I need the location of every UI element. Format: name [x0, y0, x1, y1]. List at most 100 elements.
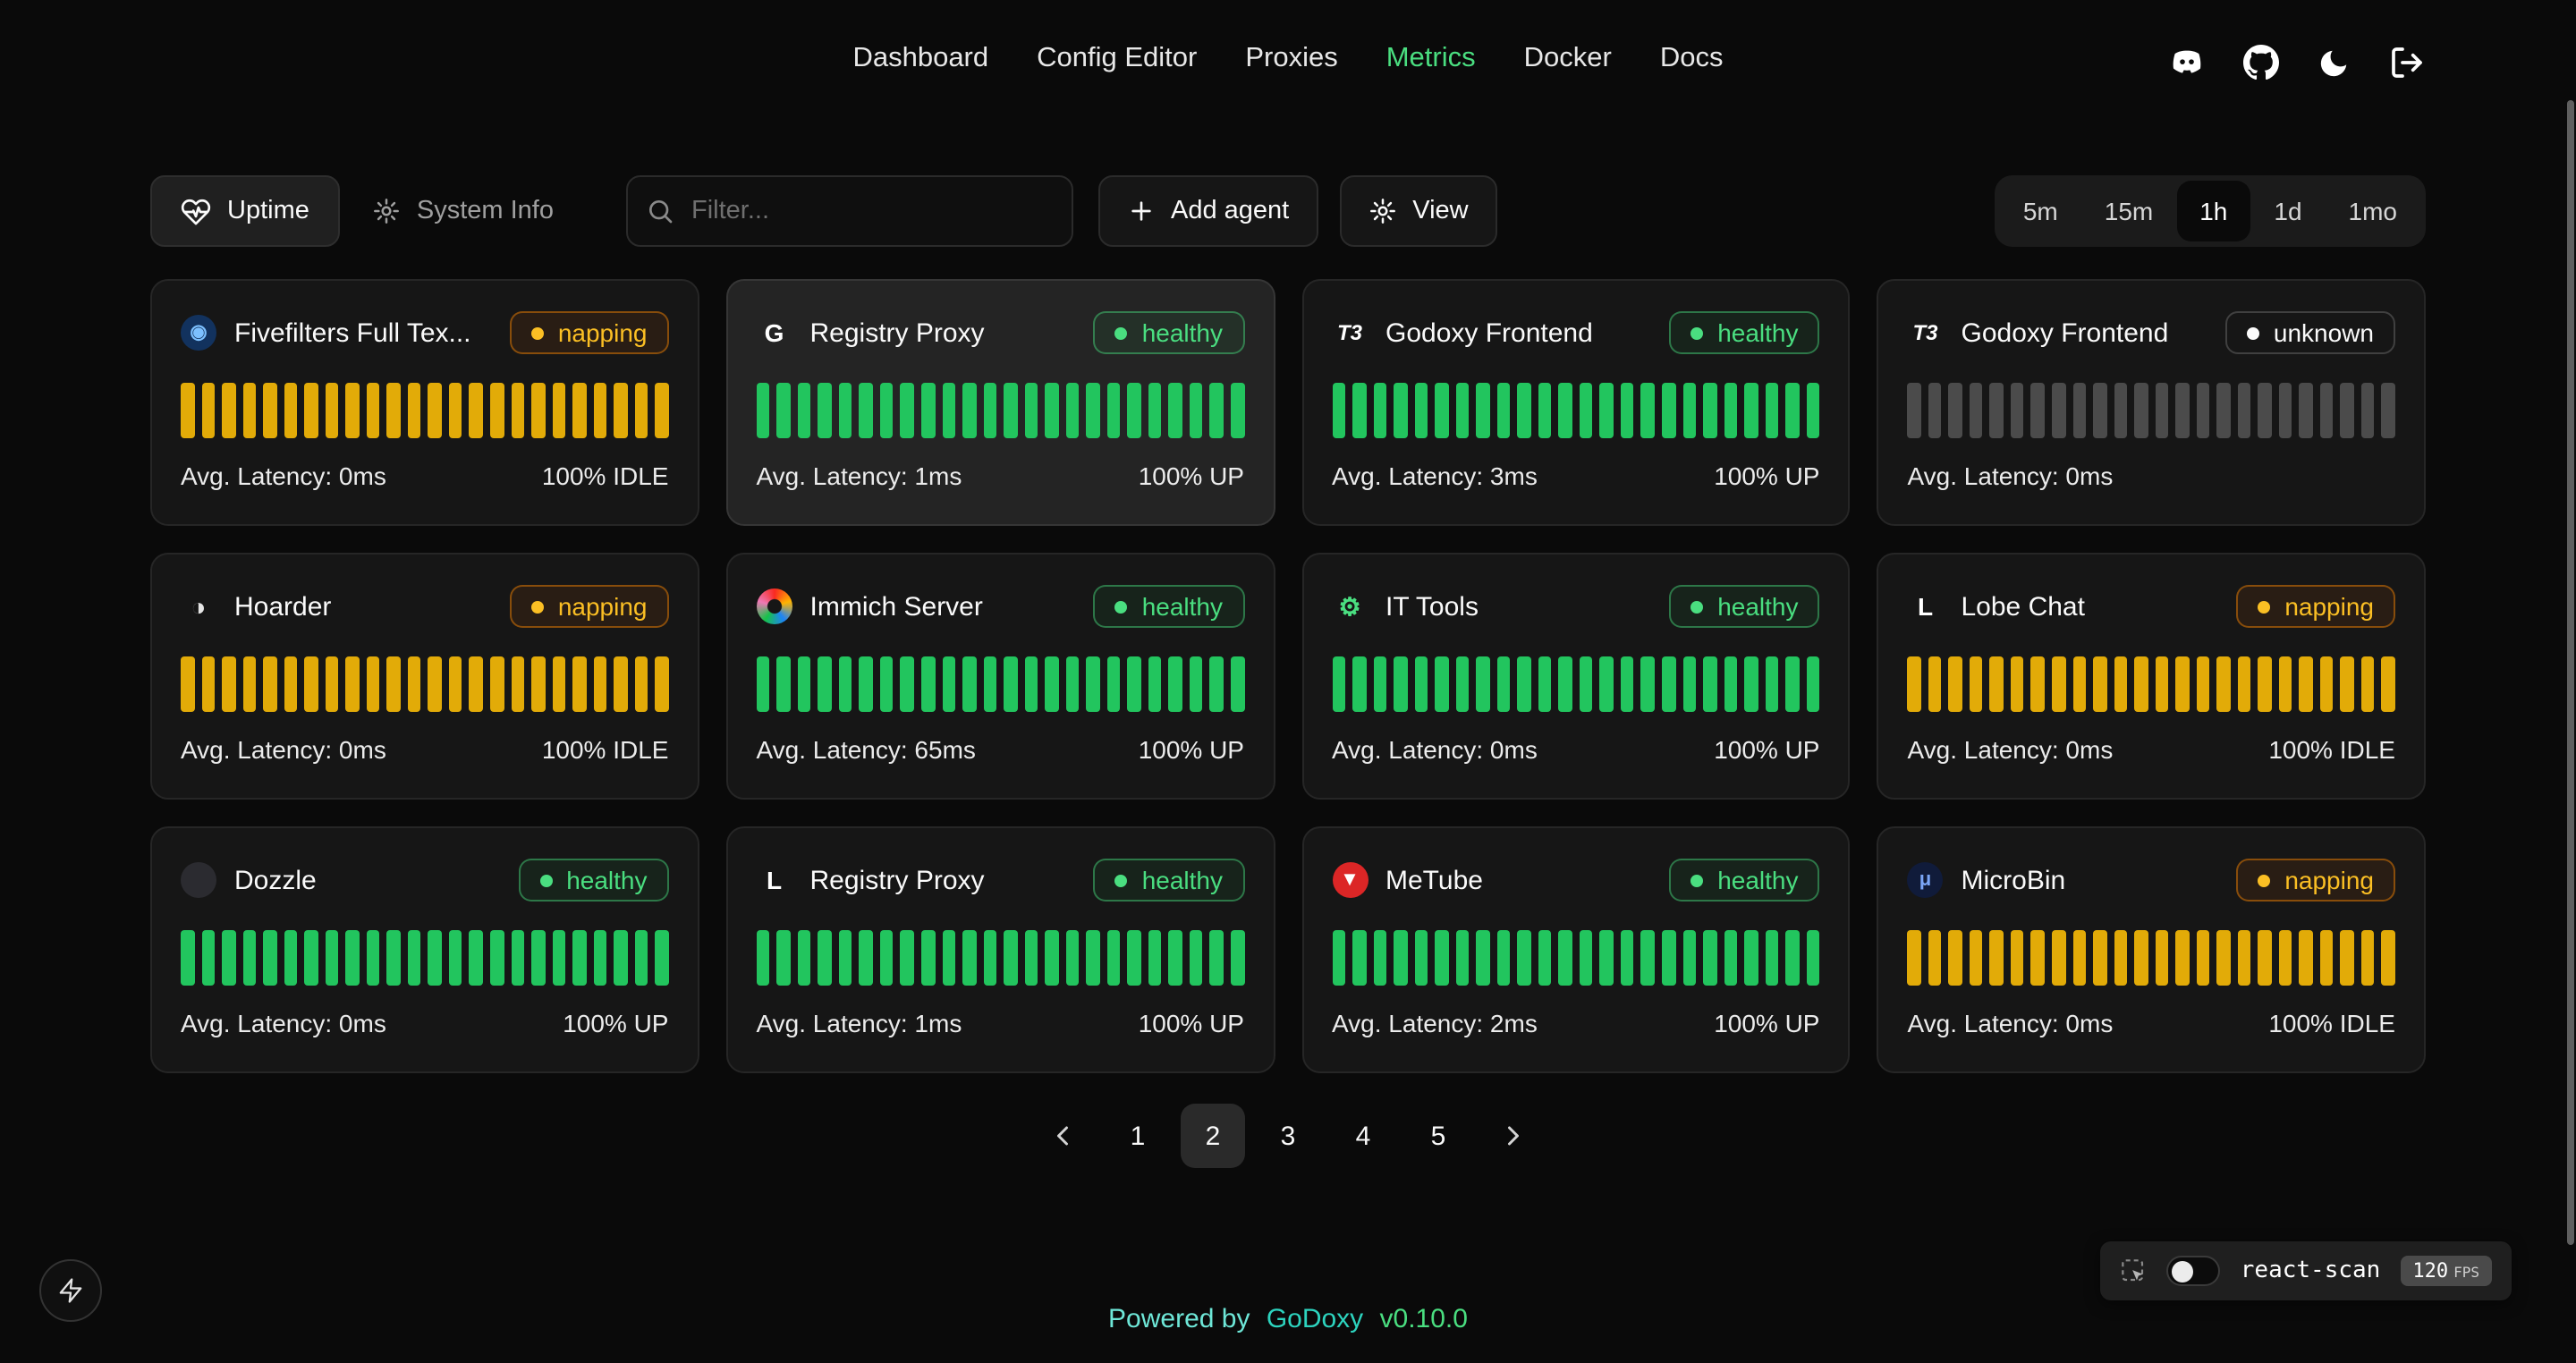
- previous-page-button[interactable]: [1030, 1104, 1095, 1168]
- nav-item-proxies[interactable]: Proxies: [1245, 43, 1337, 75]
- service-card[interactable]: ⚙ IT Tools healthy Avg. Latency: 0ms 100…: [1301, 553, 1851, 800]
- react-scan-label: react-scan: [2241, 1257, 2381, 1284]
- uptime-bar: [572, 383, 586, 438]
- uptime-bar: [387, 383, 401, 438]
- uptime-bar: [325, 383, 338, 438]
- uptime-bar: [1169, 930, 1182, 986]
- uptime-bar: [2300, 930, 2313, 986]
- uptime-bar: [1087, 383, 1100, 438]
- latency-label: Avg. Latency: 0ms: [181, 461, 386, 490]
- time-range-5m[interactable]: 5m: [2000, 181, 2081, 241]
- uptime-bar: [2134, 930, 2148, 986]
- time-range-1h[interactable]: 1h: [2176, 181, 2250, 241]
- uptime-bar: [2258, 656, 2272, 712]
- time-range-1d[interactable]: 1d: [2250, 181, 2325, 241]
- uptime-bar: [1970, 383, 1983, 438]
- service-card[interactable]: ▼ MeTube healthy Avg. Latency: 2ms 100% …: [1301, 826, 1851, 1073]
- theme-toggle-button[interactable]: [2317, 46, 2351, 80]
- time-range-group: 5m15m1h1d1mo: [1995, 175, 2426, 247]
- filter-input[interactable]: [625, 175, 1072, 247]
- uptime-bar: [1128, 656, 1141, 712]
- uptime-bar: [634, 656, 648, 712]
- uptime-bar: [2341, 930, 2354, 986]
- time-range-1mo[interactable]: 1mo: [2326, 181, 2420, 241]
- uptime-bar: [1621, 383, 1634, 438]
- uptime-bar: [470, 383, 483, 438]
- quick-actions-button[interactable]: [39, 1259, 102, 1322]
- logout-button[interactable]: [2388, 45, 2426, 80]
- card-header: Immich Server healthy: [757, 581, 1245, 631]
- uptime-bar: [325, 656, 338, 712]
- nav-item-dashboard[interactable]: Dashboard: [852, 43, 988, 75]
- uptime-bar: [1785, 383, 1799, 438]
- page-button-4[interactable]: 4: [1331, 1104, 1395, 1168]
- status-badge: healthy: [1669, 859, 1819, 902]
- uptime-bar: [839, 930, 852, 986]
- status-badge: napping: [510, 311, 669, 354]
- uptime-bar: [284, 656, 297, 712]
- uptime-bar: [1949, 930, 1962, 986]
- github-link[interactable]: [2243, 45, 2279, 80]
- uptime-bar: [1744, 930, 1758, 986]
- uptime-bar: [408, 383, 421, 438]
- uptime-bar: [839, 656, 852, 712]
- service-card[interactable]: ◑ Hoarder napping Avg. Latency: 0ms 100%…: [150, 553, 699, 800]
- uptime-bar: [1785, 930, 1799, 986]
- uptime-bar: [1928, 930, 1942, 986]
- service-card[interactable]: ◉ Fivefilters Full Tex... napping Avg. L…: [150, 279, 699, 526]
- uptime-bar: [490, 656, 504, 712]
- service-card[interactable]: L Lobe Chat napping Avg. Latency: 0ms 10…: [1877, 553, 2427, 800]
- service-card[interactable]: Immich Server healthy Avg. Latency: 65ms…: [726, 553, 1275, 800]
- footer: Powered by GoDoxy v0.10.0: [0, 1304, 2576, 1334]
- uptime-bar: [1045, 656, 1058, 712]
- scrollbar-thumb[interactable]: [2567, 100, 2574, 1245]
- uptime-bar: [1210, 656, 1224, 712]
- service-card[interactable]: Dozzle healthy Avg. Latency: 0ms 100% UP: [150, 826, 699, 1073]
- service-name: Lobe Chat: [1962, 591, 2223, 622]
- status-dot: [531, 600, 544, 613]
- uptime-bar: [2031, 930, 2045, 986]
- uptime-bar: [1476, 930, 1489, 986]
- page-button-2[interactable]: 2: [1181, 1104, 1245, 1168]
- uptime-bars: [181, 656, 669, 712]
- uptime-bar: [181, 383, 194, 438]
- nav-item-metrics[interactable]: Metrics: [1386, 43, 1476, 75]
- uptime-bar: [2093, 930, 2106, 986]
- time-range-15m[interactable]: 15m: [2081, 181, 2176, 241]
- scan-area-icon: [2121, 1257, 2148, 1284]
- lobe-chat-logo-icon: L: [1908, 588, 1944, 624]
- nav-item-config-editor[interactable]: Config Editor: [1037, 43, 1197, 75]
- uptime-bar: [1559, 656, 1572, 712]
- service-card[interactable]: T3 Godoxy Frontend unknown Avg. Latency:…: [1877, 279, 2427, 526]
- nav-item-docs[interactable]: Docs: [1660, 43, 1724, 75]
- page-button-5[interactable]: 5: [1406, 1104, 1470, 1168]
- add-agent-button[interactable]: Add agent: [1097, 175, 1318, 247]
- system-info-tab[interactable]: System Info: [347, 175, 579, 247]
- status-label: healthy: [566, 866, 647, 894]
- react-scan-toggle[interactable]: [2167, 1256, 2221, 1286]
- service-card[interactable]: μ MicroBin napping Avg. Latency: 0ms 100…: [1877, 826, 2427, 1073]
- discord-link[interactable]: [2168, 45, 2206, 80]
- uptime-bar: [1476, 383, 1489, 438]
- page-button-1[interactable]: 1: [1106, 1104, 1170, 1168]
- service-card[interactable]: G Registry Proxy healthy Avg. Latency: 1…: [726, 279, 1275, 526]
- godoxy-link[interactable]: GoDoxy: [1267, 1304, 1363, 1334]
- uptime-tab[interactable]: Uptime: [150, 175, 340, 247]
- service-card[interactable]: L Registry Proxy healthy Avg. Latency: 1…: [726, 826, 1275, 1073]
- card-header: L Lobe Chat napping: [1908, 581, 2396, 631]
- uptime-bar: [1414, 383, 1428, 438]
- next-page-button[interactable]: [1481, 1104, 1546, 1168]
- uptime-bar: [1703, 383, 1716, 438]
- nav-item-docker[interactable]: Docker: [1524, 43, 1612, 75]
- latency-label: Avg. Latency: 0ms: [1908, 461, 2114, 490]
- toggle-knob: [2173, 1260, 2194, 1282]
- uptime-bar: [284, 930, 297, 986]
- uptime-bar: [2279, 930, 2292, 986]
- latency-label: Avg. Latency: 0ms: [1332, 735, 1538, 764]
- uptime-bar: [470, 930, 483, 986]
- status-badge: healthy: [1094, 585, 1244, 628]
- service-card[interactable]: T3 Godoxy Frontend healthy Avg. Latency:…: [1301, 279, 1851, 526]
- view-button[interactable]: View: [1339, 175, 1496, 247]
- page-button-3[interactable]: 3: [1256, 1104, 1320, 1168]
- uptime-bar: [2031, 383, 2045, 438]
